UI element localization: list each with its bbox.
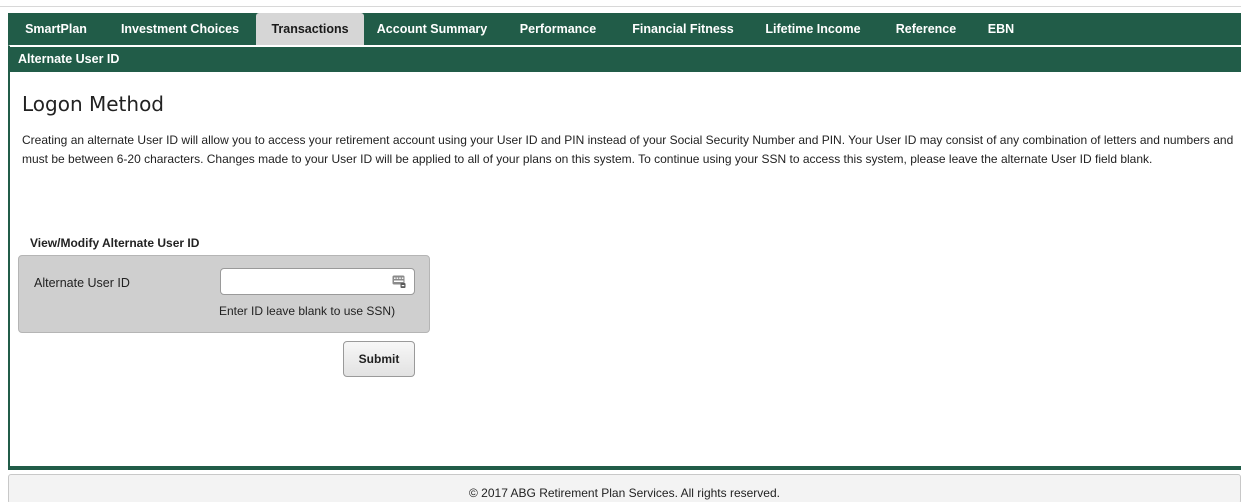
intro-text: Creating an alternate User ID will allow… [22, 133, 1234, 166]
page-footer: © 2017 ABG Retirement Plan Services. All… [8, 474, 1241, 502]
copyright-text: © 2017 ABG Retirement Plan Services. All… [469, 486, 780, 500]
tab-lifetime-income[interactable]: Lifetime Income [750, 13, 876, 45]
tab-financial-fitness[interactable]: Financial Fitness [616, 13, 750, 45]
alternate-user-id-input[interactable] [220, 268, 415, 295]
tab-performance[interactable]: Performance [500, 13, 616, 45]
top-divider [0, 6, 1241, 7]
alternate-user-id-label: Alternate User ID [34, 276, 130, 290]
tab-reference[interactable]: Reference [876, 13, 976, 45]
alternate-user-id-panel: Alternate User ID Logon Method Creating … [8, 45, 1241, 470]
alternate-user-id-form: Alternate User ID Enter ID leave blank t… [18, 255, 430, 333]
panel-header: Alternate User ID [10, 47, 1241, 72]
tab-account-summary[interactable]: Account Summary [364, 13, 500, 45]
main-navigation: SmartPlan Investment Choices Transaction… [8, 13, 1241, 45]
page-title: Logon Method [22, 92, 165, 116]
submit-button[interactable]: Submit [343, 341, 415, 377]
tab-transactions[interactable]: Transactions [256, 13, 364, 45]
tab-ebn[interactable]: EBN [976, 13, 1026, 45]
alternate-user-id-hint: Enter ID leave blank to use SSN) [219, 304, 396, 318]
tab-smartplan[interactable]: SmartPlan [8, 13, 104, 45]
form-section-label: View/Modify Alternate User ID [30, 236, 200, 250]
tab-investment-choices[interactable]: Investment Choices [104, 13, 256, 45]
